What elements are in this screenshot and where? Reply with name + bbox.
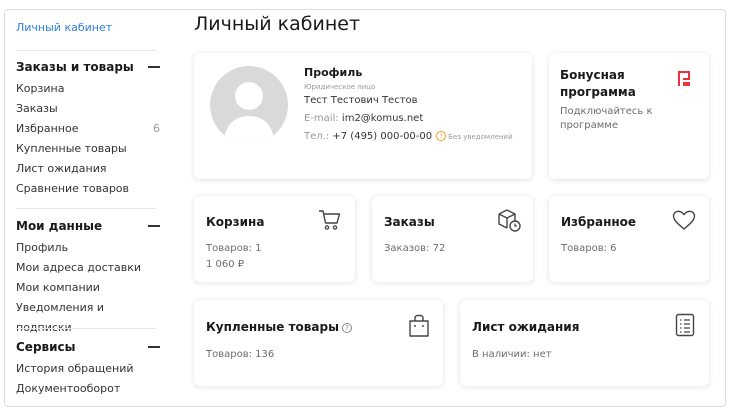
sidebar-divider bbox=[16, 328, 156, 329]
phone-label: Тел.: bbox=[304, 131, 330, 142]
sidebar-item-label: Профиль bbox=[16, 241, 69, 254]
sidebar-item-label: Мои компании bbox=[16, 281, 100, 294]
cart-card[interactable]: Корзина Товаров: 1 1 060 ₽ bbox=[194, 196, 355, 282]
sidebar-item-label: Уведомления и подписки bbox=[16, 301, 104, 334]
sidebar-group-header[interactable]: Мои данные bbox=[16, 218, 162, 234]
sidebar-item-label: Избранное bbox=[16, 122, 79, 135]
checklist-icon bbox=[675, 313, 695, 337]
sidebar-item-compare[interactable]: Сравнение товаров bbox=[16, 179, 162, 199]
sidebar-item-label: Заказы bbox=[16, 102, 58, 115]
sidebar-divider bbox=[16, 50, 156, 51]
avatar bbox=[210, 66, 288, 144]
heart-icon bbox=[672, 210, 696, 230]
sidebar-item-label: Лист ожидания bbox=[16, 162, 107, 175]
favorites-count: 6 bbox=[153, 122, 160, 135]
waitlist-status: В наличии: нет bbox=[472, 349, 552, 360]
collapse-icon[interactable] bbox=[148, 346, 160, 348]
cart-count: Товаров: 1 bbox=[206, 243, 262, 254]
bonus-text: Подключайтесь к программе bbox=[560, 106, 653, 131]
cart-icon bbox=[319, 210, 341, 230]
sidebar-item-label: Документооборот bbox=[16, 382, 121, 395]
sidebar-item-favorites[interactable]: Избранное 6 bbox=[16, 119, 162, 139]
help-icon[interactable]: ? bbox=[341, 322, 352, 333]
warning-icon: ! bbox=[436, 131, 447, 141]
favorites-title: Избранное bbox=[561, 215, 637, 229]
bonus-logo-icon bbox=[678, 71, 690, 86]
sidebar-group-services: Сервисы История обращений Документооборо… bbox=[16, 339, 162, 399]
email-label: E-mail: bbox=[304, 113, 339, 124]
notification-status: Без уведомлений bbox=[448, 133, 513, 141]
sidebar-item-addresses[interactable]: Мои адреса доставки bbox=[16, 258, 162, 278]
sidebar-item-companies[interactable]: Мои компании bbox=[16, 278, 162, 298]
page-title: Личный кабинет bbox=[194, 13, 361, 35]
email-value: im2@komus.net bbox=[341, 113, 424, 124]
favorites-count: Товаров: 6 bbox=[561, 243, 617, 254]
sidebar-group-title: Заказы и товары bbox=[16, 60, 134, 74]
shopping-bag-icon bbox=[409, 314, 429, 337]
sidebar-item-cart[interactable]: Корзина bbox=[16, 79, 162, 99]
bonus-title: Бонусная программа bbox=[560, 68, 636, 99]
purchased-card[interactable]: Купленные товары? Товаров: 136 bbox=[194, 300, 443, 386]
sidebar-item-label: Корзина bbox=[16, 82, 65, 95]
profile-title: Профиль bbox=[304, 66, 363, 79]
sidebar-item-label: История обращений bbox=[16, 362, 134, 375]
cart-title: Корзина bbox=[206, 215, 265, 229]
sidebar-item-waitlist[interactable]: Лист ожидания bbox=[16, 159, 162, 179]
profile-full-name: Тест Тестович Тестов bbox=[304, 95, 418, 106]
phone-value: +7 (495) 000-00-00 bbox=[332, 131, 433, 142]
sidebar-item-requests[interactable]: История обращений bbox=[16, 359, 162, 379]
purchased-title-text: Купленные товары bbox=[206, 320, 339, 334]
sidebar-item-profile[interactable]: Профиль bbox=[16, 238, 162, 258]
waitlist-card[interactable]: Лист ожидания В наличии: нет bbox=[460, 300, 709, 386]
sidebar-item-label: Купленные товары bbox=[16, 142, 127, 155]
sidebar-group-title: Сервисы bbox=[16, 340, 76, 354]
package-clock-icon bbox=[498, 209, 521, 232]
favorites-card[interactable]: Избранное Товаров: 6 bbox=[549, 196, 709, 282]
sidebar-group-header[interactable]: Заказы и товары bbox=[16, 59, 162, 75]
purchased-count: Товаров: 136 bbox=[206, 349, 275, 360]
avatar-silhouette-icon bbox=[224, 82, 274, 144]
sidebar-link-account[interactable]: Личный кабинет bbox=[16, 21, 112, 34]
sidebar-item-orders[interactable]: Заказы bbox=[16, 99, 162, 119]
bonus-card[interactable]: Бонусная программа Подключайтесь к прогр… bbox=[549, 53, 709, 179]
page-frame: Личный кабинет Заказы и товары Корзина З… bbox=[4, 9, 726, 407]
sidebar-item-label: Сравнение товаров bbox=[16, 182, 130, 195]
sidebar-item-documents[interactable]: Документооборот bbox=[16, 379, 162, 399]
orders-title: Заказы bbox=[384, 215, 435, 229]
purchased-title: Купленные товары? bbox=[206, 320, 352, 334]
sidebar-group-my-data: Мои данные Профиль Мои адреса доставки М… bbox=[16, 218, 162, 334]
profile-card[interactable]: Профиль Юридическое лицо Тест Тестович Т… bbox=[194, 53, 532, 179]
profile-type: Юридическое лицо bbox=[304, 83, 376, 91]
cart-total: 1 060 ₽ bbox=[206, 259, 245, 270]
sidebar: Личный кабинет Заказы и товары Корзина З… bbox=[5, 10, 173, 406]
orders-count: Заказов: 72 bbox=[384, 243, 446, 254]
profile-phone: Тел.: +7 (495) 000-00-00! Без уведомлений bbox=[304, 131, 513, 142]
collapse-icon[interactable] bbox=[148, 66, 160, 68]
waitlist-title: Лист ожидания bbox=[472, 320, 580, 334]
collapse-icon[interactable] bbox=[148, 225, 160, 227]
sidebar-group-orders: Заказы и товары Корзина Заказы Избранное… bbox=[16, 59, 162, 199]
sidebar-group-title: Мои данные bbox=[16, 219, 103, 233]
sidebar-item-notifications[interactable]: Уведомления и подписки bbox=[16, 298, 162, 334]
sidebar-group-header[interactable]: Сервисы bbox=[16, 339, 162, 355]
sidebar-item-purchased[interactable]: Купленные товары bbox=[16, 139, 162, 159]
orders-card[interactable]: Заказы Заказов: 72 bbox=[372, 196, 533, 282]
sidebar-item-label: Мои адреса доставки bbox=[16, 261, 142, 274]
sidebar-divider bbox=[16, 208, 156, 209]
profile-email: E-mail: im2@komus.net bbox=[304, 113, 423, 124]
